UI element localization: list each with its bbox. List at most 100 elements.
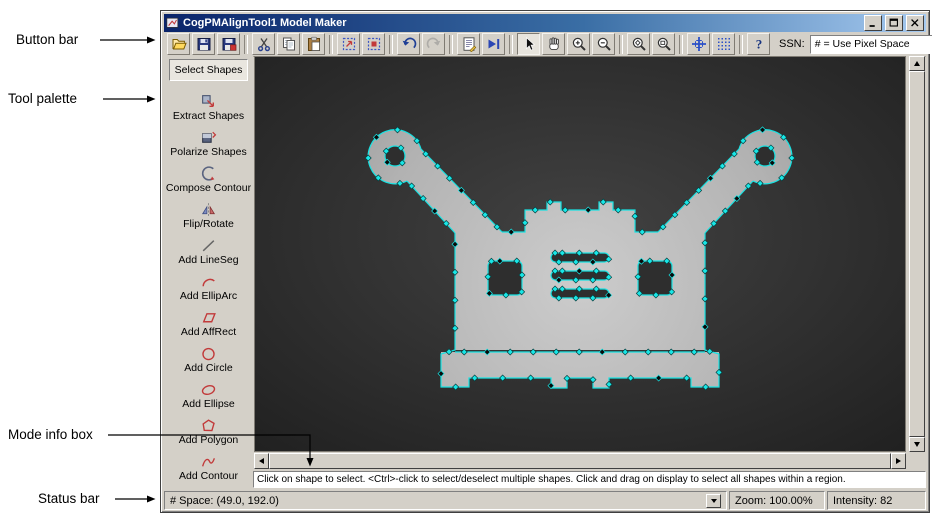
run-marker-button[interactable]: [482, 33, 505, 55]
horizontal-scroll-thumb[interactable]: [269, 453, 891, 469]
toolbar-separator: [449, 34, 453, 54]
scroll-left-button[interactable]: [254, 453, 269, 469]
space-dropdown-button[interactable]: [706, 493, 721, 508]
zoom-out-button[interactable]: [592, 33, 615, 55]
button-bar: ? SSN: # = Use Pixel Space: [164, 32, 932, 57]
select-cursor-button[interactable]: [517, 33, 540, 55]
ssn-combobox[interactable]: # = Use Pixel Space: [809, 34, 932, 54]
polarize-shapes-icon: [202, 131, 217, 143]
toolbar-separator: [389, 34, 393, 54]
undo-icon: [402, 37, 416, 49]
vertical-scrollbar[interactable]: [909, 56, 925, 452]
palette-item-add-polygon[interactable]: Add Polygon: [164, 413, 253, 449]
save-image-button[interactable]: [217, 33, 240, 55]
image-display[interactable]: [254, 56, 906, 452]
palette-item-flip-rotate[interactable]: Flip/Rotate: [164, 197, 253, 233]
status-zoom-text: Zoom: 100.00%: [735, 494, 813, 507]
pan-hand-icon: [548, 37, 559, 51]
copy-button[interactable]: [277, 33, 300, 55]
status-space-text: # Space: (49.0, 192.0): [170, 494, 279, 507]
copy-icon: [282, 37, 295, 51]
minimize-button[interactable]: [864, 15, 882, 31]
horizontal-scrollbar[interactable]: [254, 453, 906, 469]
tool-palette: Select Shapes Extract Shapes Polarize Shap…: [164, 56, 253, 488]
callout-mode-info-box: Mode info box: [8, 427, 93, 442]
pixel-grid-button[interactable]: [712, 33, 735, 55]
arrow-left-icon: [259, 458, 264, 464]
add-circle-icon: [202, 347, 215, 360]
pan-hand-button[interactable]: [542, 33, 565, 55]
palette-item-select-shapes[interactable]: Select Shapes: [169, 59, 248, 81]
zoom-fit-button[interactable]: [652, 33, 675, 55]
add-polygon-icon: [202, 418, 215, 431]
palette-item-label: Add EllipArc: [179, 289, 238, 302]
palette-item-label: Compose Contour: [165, 181, 252, 194]
palette-item-add-circle[interactable]: Add Circle: [164, 341, 253, 377]
help-button[interactable]: ?: [747, 33, 770, 55]
palette-item-polarize-shapes[interactable]: Polarize Shapes: [164, 125, 253, 161]
arrow-down-icon: [914, 442, 920, 447]
palette-item-compose-contour[interactable]: Compose Contour: [164, 161, 253, 197]
extract-shapes-icon: [202, 94, 214, 107]
palette-item-add-contour[interactable]: Add Contour: [164, 449, 253, 485]
properties-button[interactable]: [457, 33, 480, 55]
palette-item-label: Flip/Rotate: [183, 217, 234, 230]
vertical-scroll-thumb[interactable]: [909, 71, 925, 437]
properties-icon: [463, 37, 476, 52]
train-shape-icon: [342, 37, 355, 51]
scroll-down-button[interactable]: [909, 437, 925, 452]
maximize-icon: [889, 18, 898, 27]
redo-icon: [426, 37, 440, 49]
zoom-in-button[interactable]: [567, 33, 590, 55]
paste-button[interactable]: [302, 33, 325, 55]
toolbar-separator: [509, 34, 513, 54]
ssn-group: SSN: # = Use Pixel Space: [779, 34, 932, 54]
scroll-up-button[interactable]: [909, 56, 925, 71]
palette-item-label: Select Shapes: [174, 63, 243, 76]
ssn-label: SSN:: [779, 38, 805, 50]
zoom-expand-button[interactable]: [627, 33, 650, 55]
toolbar-separator: [739, 34, 743, 54]
save-button[interactable]: [192, 33, 215, 55]
zoom-fit-icon: [657, 37, 671, 51]
add-elliparc-icon: [202, 278, 215, 286]
callout-tool-palette: Tool palette: [8, 91, 78, 106]
app-window: CogPMAlignTool1 Model Maker ? SSN: # = U…: [160, 10, 932, 513]
scroll-right-button[interactable]: [891, 453, 906, 469]
paste-icon: [307, 36, 320, 51]
palette-item-add-ellipse[interactable]: Add Ellipse: [164, 377, 253, 413]
redo-button: [422, 33, 445, 55]
callout-status-bar: Status bar: [38, 491, 100, 506]
palette-item-add-affrect[interactable]: Add AffRect: [164, 305, 253, 341]
toolbar-separator: [329, 34, 333, 54]
cut-button[interactable]: [252, 33, 275, 55]
add-ellipse-icon: [201, 384, 216, 395]
add-affrect-icon: [202, 312, 216, 322]
axes-grid-icon: [691, 37, 706, 51]
title-bar[interactable]: CogPMAlignTool1 Model Maker: [164, 14, 926, 32]
train-region-button[interactable]: [362, 33, 385, 55]
palette-item-extract-shapes[interactable]: Extract Shapes: [164, 89, 253, 125]
train-shape-button[interactable]: [337, 33, 360, 55]
axes-grid-button[interactable]: [687, 33, 710, 55]
chevron-down-icon: [710, 498, 717, 503]
palette-item-label: Extract Shapes: [172, 109, 245, 122]
toolbar-separator: [679, 34, 683, 54]
open-folder-icon: [172, 39, 187, 50]
add-contour-icon: [201, 457, 215, 466]
status-zoom-panel: Zoom: 100.00%: [729, 491, 825, 510]
palette-item-add-elliparc[interactable]: Add EllipArc: [164, 269, 253, 305]
model-display-image[interactable]: [255, 57, 905, 451]
window-title: CogPMAlignTool1 Model Maker: [183, 17, 347, 29]
maximize-button[interactable]: [885, 15, 903, 31]
svg-text:?: ?: [755, 37, 762, 52]
open-folder-button[interactable]: [167, 33, 190, 55]
toolbar-buttons: ?: [166, 33, 771, 55]
close-button[interactable]: [906, 15, 924, 31]
ssn-value: # = Use Pixel Space: [814, 38, 910, 50]
undo-button[interactable]: [397, 33, 420, 55]
palette-item-add-lineseg[interactable]: Add LineSeg: [164, 233, 253, 269]
zoom-in-icon: [572, 37, 586, 51]
app-icon: [166, 17, 179, 28]
zoom-expand-icon: [632, 37, 646, 51]
